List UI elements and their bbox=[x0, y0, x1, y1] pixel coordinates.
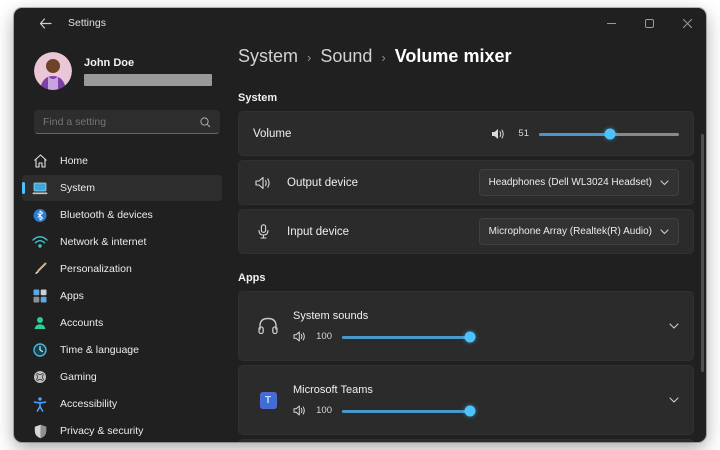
apps-icon bbox=[32, 288, 48, 304]
breadcrumb-sound[interactable]: Sound bbox=[320, 46, 372, 67]
speaker-icon bbox=[293, 331, 306, 342]
section-label-apps: Apps bbox=[238, 272, 694, 284]
volume-slider[interactable] bbox=[539, 128, 679, 140]
scrollbar[interactable] bbox=[701, 134, 704, 372]
chevron-down-icon bbox=[660, 229, 669, 235]
expand-chevron-icon[interactable] bbox=[669, 323, 679, 329]
app-row-partial bbox=[238, 439, 694, 442]
sidebar: John Doe Home bbox=[14, 38, 230, 442]
app-volume-value: 100 bbox=[316, 405, 332, 416]
sidebar-item-system[interactable]: System bbox=[22, 175, 222, 201]
sidebar-item-accessibility[interactable]: Accessibility bbox=[22, 391, 222, 417]
sidebar-item-accounts[interactable]: Accounts bbox=[22, 310, 222, 336]
slider-fill bbox=[539, 133, 610, 136]
close-button[interactable] bbox=[668, 8, 706, 38]
window-title: Settings bbox=[68, 17, 106, 29]
sidebar-item-personalization[interactable]: Personalization bbox=[22, 256, 222, 282]
volume-value: 51 bbox=[513, 128, 529, 139]
time-language-icon bbox=[32, 342, 48, 358]
input-device-value: Microphone Array (Realtek(R) Audio) bbox=[489, 226, 652, 237]
user-name: John Doe bbox=[84, 57, 212, 69]
settings-window: Settings bbox=[14, 8, 706, 442]
breadcrumb: System › Sound › Volume mixer bbox=[238, 46, 694, 72]
search-icon bbox=[200, 117, 211, 128]
maximize-button[interactable] bbox=[630, 8, 668, 38]
avatar bbox=[34, 52, 72, 90]
bluetooth-icon bbox=[32, 207, 48, 223]
input-device-label: Input device bbox=[287, 226, 349, 238]
sidebar-item-gaming[interactable]: Gaming bbox=[22, 364, 222, 390]
sidebar-item-apps[interactable]: Apps bbox=[22, 283, 222, 309]
redacted-email bbox=[84, 74, 212, 86]
main-content: System › Sound › Volume mixer System Vol… bbox=[230, 38, 706, 442]
output-device-label: Output device bbox=[287, 177, 358, 189]
home-icon bbox=[32, 153, 48, 169]
teams-icon: T bbox=[260, 392, 277, 409]
slider-thumb[interactable] bbox=[465, 405, 476, 416]
input-device-row: Input device Microphone Array (Realtek(R… bbox=[238, 209, 694, 254]
headphones-icon bbox=[253, 316, 283, 336]
system-icon bbox=[32, 180, 48, 196]
accounts-icon bbox=[32, 315, 48, 331]
sidebar-item-home[interactable]: Home bbox=[22, 148, 222, 174]
sidebar-item-network-internet[interactable]: Network & internet bbox=[22, 229, 222, 255]
input-device-dropdown[interactable]: Microphone Array (Realtek(R) Audio) bbox=[479, 218, 679, 245]
app-volume-slider[interactable] bbox=[342, 331, 470, 343]
privacy-security-icon bbox=[32, 423, 48, 439]
microphone-icon bbox=[253, 224, 273, 239]
maximize-icon bbox=[645, 19, 654, 28]
chevron-down-icon bbox=[660, 180, 669, 186]
sidebar-item-time-language[interactable]: Time & language bbox=[22, 337, 222, 363]
breadcrumb-system[interactable]: System bbox=[238, 46, 298, 67]
app-volume-slider[interactable] bbox=[342, 405, 470, 417]
breadcrumb-separator: › bbox=[307, 50, 311, 65]
app-name: Microsoft Teams bbox=[293, 384, 657, 396]
back-button[interactable] bbox=[34, 14, 56, 32]
back-arrow-icon bbox=[39, 18, 52, 29]
search-input[interactable] bbox=[43, 116, 200, 128]
app-volume-value: 100 bbox=[316, 331, 332, 342]
output-device-row: Output device Headphones (Dell WL3024 He… bbox=[238, 160, 694, 205]
sidebar-item-bluetooth-devices[interactable]: Bluetooth & devices bbox=[22, 202, 222, 228]
titlebar: Settings bbox=[14, 8, 706, 38]
accessibility-icon bbox=[32, 396, 48, 412]
slider-fill bbox=[342, 336, 470, 339]
output-device-dropdown[interactable]: Headphones (Dell WL3024 Headset) bbox=[479, 169, 679, 196]
gaming-icon bbox=[32, 369, 48, 385]
volume-label: Volume bbox=[253, 128, 291, 140]
app-row-system-sounds: System sounds 100 bbox=[238, 291, 694, 361]
minimize-icon bbox=[607, 19, 616, 28]
sidebar-item-privacy-security[interactable]: Privacy & security bbox=[22, 418, 222, 442]
personalization-icon bbox=[32, 261, 48, 277]
speaker-icon bbox=[491, 128, 505, 140]
sidebar-nav: Home System Bluetooth & devices bbox=[14, 148, 230, 442]
slider-thumb[interactable] bbox=[605, 128, 616, 139]
slider-thumb[interactable] bbox=[465, 331, 476, 342]
speaker-icon bbox=[293, 405, 306, 416]
app-row-microsoft-teams: T Microsoft Teams 100 bbox=[238, 365, 694, 435]
output-device-value: Headphones (Dell WL3024 Headset) bbox=[489, 177, 652, 188]
network-icon bbox=[32, 234, 48, 250]
volume-row: Volume 51 bbox=[238, 111, 694, 156]
app-name: System sounds bbox=[293, 310, 657, 322]
expand-chevron-icon[interactable] bbox=[669, 397, 679, 403]
close-icon bbox=[683, 19, 692, 28]
slider-fill bbox=[342, 410, 470, 413]
minimize-button[interactable] bbox=[592, 8, 630, 38]
page-title: Volume mixer bbox=[395, 46, 512, 67]
breadcrumb-separator: › bbox=[381, 50, 385, 65]
section-label-system: System bbox=[238, 92, 694, 104]
output-speaker-icon bbox=[253, 176, 273, 190]
user-profile[interactable]: John Doe bbox=[14, 48, 230, 90]
search-box[interactable] bbox=[34, 110, 220, 134]
